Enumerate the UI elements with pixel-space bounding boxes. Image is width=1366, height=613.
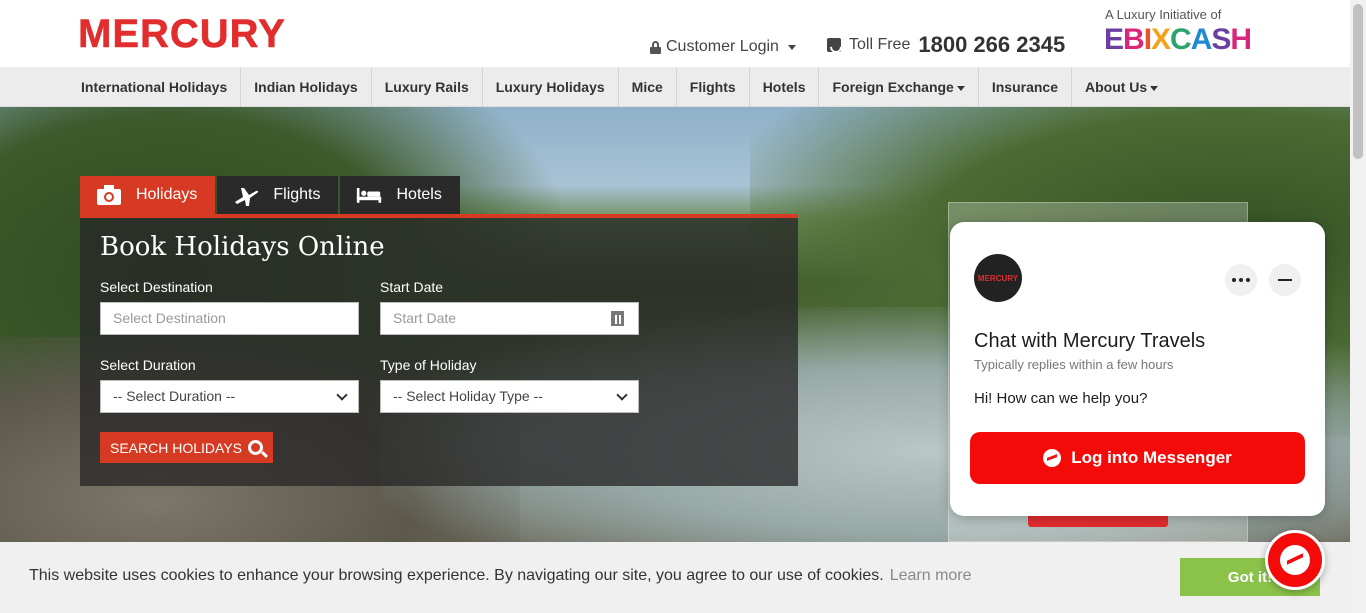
chat-subtitle: Typically replies within a few hours xyxy=(974,357,1174,372)
nav-foreign-exchange-label: Foreign Exchange xyxy=(832,79,954,95)
learn-more-link[interactable]: Learn more xyxy=(890,567,972,584)
ebixcash-logo[interactable]: EBIXCASH xyxy=(1104,23,1252,57)
lock-icon xyxy=(650,40,661,54)
camera-icon xyxy=(97,185,121,205)
nav-foreign-exchange[interactable]: Foreign Exchange xyxy=(819,67,979,107)
booking-panel: Book Holidays Online Select Destination … xyxy=(80,218,798,486)
duration-label: Select Duration xyxy=(100,357,196,373)
messenger-chat-widget: MERCURY Chat with Mercury Travels Typica… xyxy=(950,222,1325,516)
bed-icon xyxy=(357,188,382,203)
holiday-type-value: -- Select Holiday Type -- xyxy=(393,388,543,404)
chevron-down-icon xyxy=(956,85,965,91)
chat-title: Chat with Mercury Travels xyxy=(974,330,1206,352)
nav-international-holidays[interactable]: International Holidays xyxy=(68,67,242,107)
booking-title: Book Holidays Online xyxy=(100,232,385,262)
search-holidays-label: SEARCH HOLIDAYS xyxy=(110,439,242,456)
destination-input[interactable]: Select Destination xyxy=(100,302,359,335)
chat-greeting: Hi! How can we help you? xyxy=(974,390,1148,407)
site-header: MERCURY Customer Login Toll Free 1800 26… xyxy=(0,0,1350,67)
luxury-initiative-text: A Luxury Initiative of xyxy=(1105,7,1222,22)
chevron-down-icon xyxy=(616,388,628,401)
nav-mice[interactable]: Mice xyxy=(619,67,677,107)
nav-about-us-label: About Us xyxy=(1084,79,1148,95)
main-navigation: International Holidays Indian Holidays L… xyxy=(0,67,1350,107)
nav-insurance[interactable]: Insurance xyxy=(979,67,1072,107)
minimize-button[interactable] xyxy=(1269,264,1301,296)
cookie-text: This website uses cookies to enhance you… xyxy=(29,567,884,584)
nav-about-us[interactable]: About Us xyxy=(1072,67,1171,107)
nav-luxury-rails[interactable]: Luxury Rails xyxy=(372,67,483,107)
tab-hotels[interactable]: Hotels xyxy=(340,176,460,214)
nav-hotels[interactable]: Hotels xyxy=(750,67,820,107)
toll-free-number[interactable]: 1800 266 2345 xyxy=(918,32,1065,58)
duration-value: -- Select Duration -- xyxy=(113,388,236,404)
cookie-consent-bar: This website uses cookies to enhance you… xyxy=(0,542,1350,613)
scrollbar[interactable] xyxy=(1350,0,1366,613)
customer-login-dropdown[interactable]: Customer Login xyxy=(650,38,796,56)
log-into-messenger-label: Log into Messenger xyxy=(1071,448,1232,467)
chevron-down-icon xyxy=(336,388,348,401)
tab-holidays-label: Holidays xyxy=(136,186,198,203)
nav-indian-holidays[interactable]: Indian Holidays xyxy=(241,67,372,107)
avatar: MERCURY xyxy=(974,254,1022,302)
messenger-icon xyxy=(1280,545,1310,575)
messenger-icon xyxy=(1043,449,1062,467)
booking-tabs: Holidays Flights Hotels xyxy=(80,176,462,214)
destination-label: Select Destination xyxy=(100,279,213,295)
calendar-icon[interactable] xyxy=(611,311,624,326)
tab-flights-label: Flights xyxy=(273,186,321,203)
tab-holidays[interactable]: Holidays xyxy=(80,176,216,214)
search-icon xyxy=(248,440,263,455)
cookie-message: This website uses cookies to enhance you… xyxy=(29,567,972,585)
start-date-input[interactable]: Start Date xyxy=(380,302,639,335)
scrollbar-thumb[interactable] xyxy=(1353,4,1363,159)
phone-icon xyxy=(827,38,841,52)
nav-luxury-holidays[interactable]: Luxury Holidays xyxy=(483,67,619,107)
messenger-chat-button[interactable] xyxy=(1265,530,1325,590)
holiday-type-select[interactable]: -- Select Holiday Type -- xyxy=(380,380,639,413)
airplane-icon xyxy=(235,188,259,206)
toll-free-label: Toll Free xyxy=(849,36,911,53)
log-into-messenger-button[interactable]: Log into Messenger xyxy=(970,432,1305,484)
holiday-type-label: Type of Holiday xyxy=(380,357,477,373)
start-date-label: Start Date xyxy=(380,279,444,295)
tab-hotels-label: Hotels xyxy=(396,186,442,203)
nav-flights[interactable]: Flights xyxy=(677,67,750,107)
tab-flights[interactable]: Flights xyxy=(217,176,339,214)
search-holidays-button[interactable]: SEARCH HOLIDAYS xyxy=(100,432,273,463)
toll-free-info: Toll Free 1800 266 2345 xyxy=(827,32,1065,58)
start-date-placeholder: Start Date xyxy=(393,310,457,326)
chevron-down-icon xyxy=(787,44,796,50)
more-options-button[interactable] xyxy=(1225,264,1257,296)
chevron-down-icon xyxy=(1150,85,1159,91)
mercury-logo[interactable]: MERCURY xyxy=(78,12,286,57)
duration-select[interactable]: -- Select Duration -- xyxy=(100,380,359,413)
customer-login-label: Customer Login xyxy=(666,38,779,55)
